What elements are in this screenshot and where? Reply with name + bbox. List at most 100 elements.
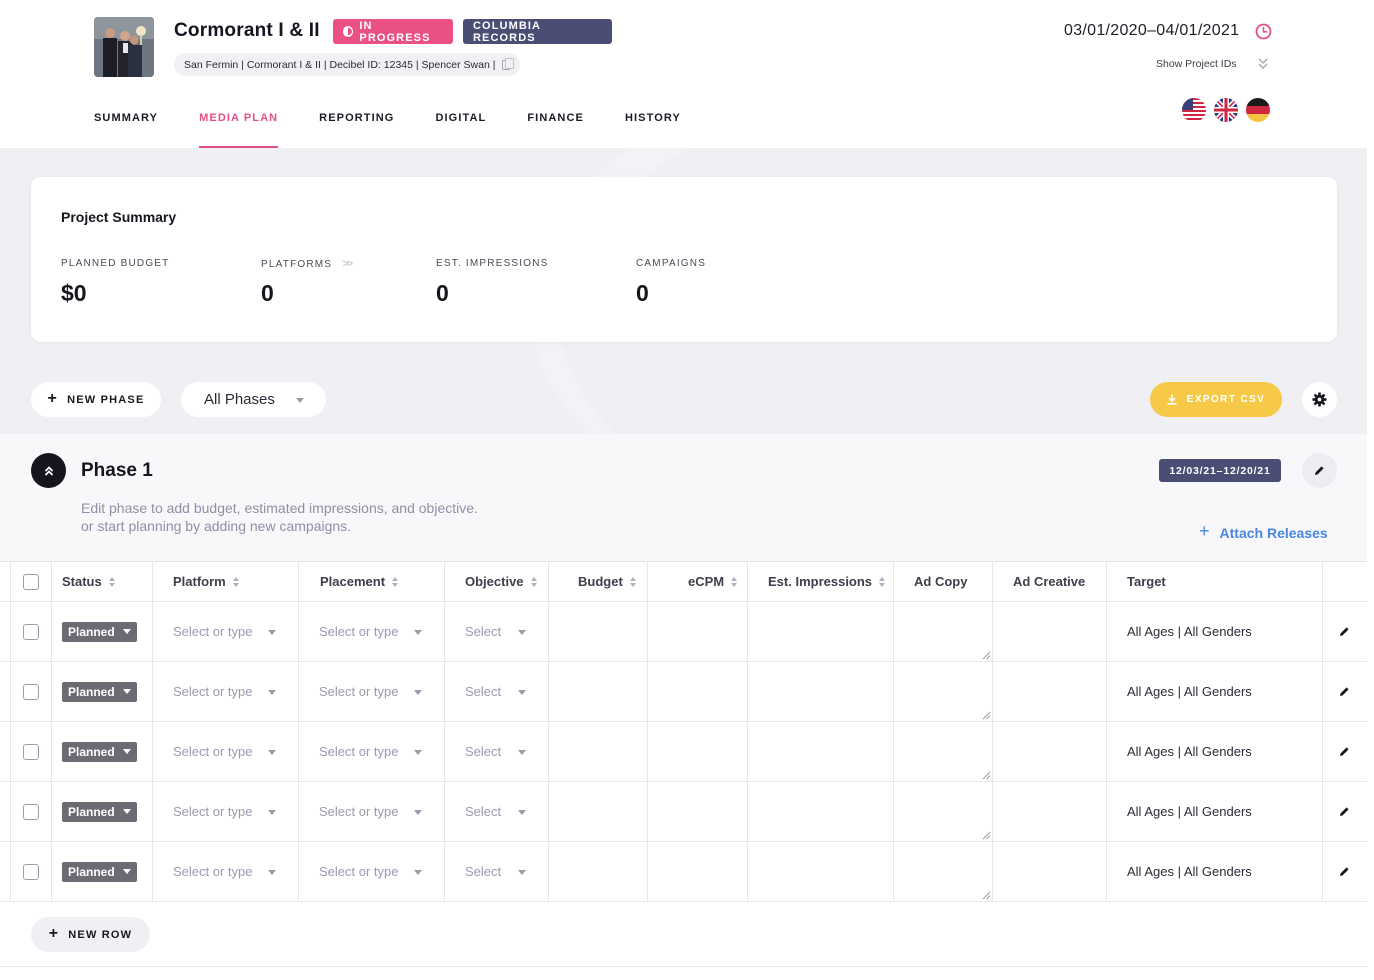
tab-reporting[interactable]: REPORTING <box>319 111 394 148</box>
objective-select[interactable]: Select <box>465 842 501 901</box>
budget-input[interactable] <box>549 722 647 781</box>
objective-select[interactable]: Select <box>465 602 501 661</box>
stat-platforms-label[interactable]: PLATFORMS >> <box>261 258 353 270</box>
tab-digital[interactable]: DIGITAL <box>435 111 486 148</box>
resize-handle-icon[interactable] <box>982 651 991 660</box>
pencil-icon[interactable] <box>1339 806 1350 817</box>
clock-icon[interactable] <box>1255 23 1272 40</box>
pencil-icon[interactable] <box>1339 626 1350 637</box>
new-phase-button[interactable]: + NEW PHASE <box>31 382 161 417</box>
est-impressions-input[interactable] <box>748 842 893 901</box>
platform-select[interactable]: Select or type <box>173 662 253 721</box>
ecpm-input[interactable] <box>648 602 747 661</box>
ecpm-input[interactable] <box>648 782 747 841</box>
column-header-budget[interactable]: Budget <box>578 562 636 601</box>
ad-creative-cell[interactable] <box>993 602 1106 661</box>
new-row-button[interactable]: + NEW ROW <box>31 917 150 952</box>
pencil-icon[interactable] <box>1339 686 1350 697</box>
ad-copy-textarea[interactable] <box>894 722 992 781</box>
tab-history[interactable]: HISTORY <box>625 111 681 148</box>
column-header-status[interactable]: Status <box>62 562 115 601</box>
budget-input[interactable] <box>549 842 647 901</box>
ad-copy-textarea[interactable] <box>894 782 992 841</box>
ecpm-input[interactable] <box>648 842 747 901</box>
double-chevron-down-icon[interactable] <box>1257 57 1269 71</box>
row-checkbox[interactable] <box>23 863 39 880</box>
ad-copy-textarea[interactable] <box>894 662 992 721</box>
attach-releases-link[interactable]: + Attach Releases <box>1199 521 1328 542</box>
status-dropdown[interactable]: Planned <box>62 681 137 702</box>
copy-icon[interactable] <box>502 57 515 70</box>
placement-select[interactable]: Select or type <box>319 842 399 901</box>
status-dropdown[interactable]: Planned <box>62 861 137 882</box>
platform-select[interactable]: Select or type <box>173 842 253 901</box>
ad-copy-textarea[interactable] <box>894 842 992 901</box>
ad-creative-cell[interactable] <box>993 842 1106 901</box>
sort-icon[interactable] <box>108 576 115 587</box>
sort-icon[interactable] <box>879 576 886 587</box>
status-dropdown[interactable]: Planned <box>62 621 137 642</box>
status-dropdown[interactable]: Planned <box>62 741 137 762</box>
budget-input[interactable] <box>549 602 647 661</box>
chevron-right-icon[interactable]: >> <box>342 258 353 270</box>
budget-input[interactable] <box>549 662 647 721</box>
est-impressions-input[interactable] <box>748 602 893 661</box>
placement-select[interactable]: Select or type <box>319 722 399 781</box>
placement-select[interactable]: Select or type <box>319 602 399 661</box>
platform-select[interactable]: Select or type <box>173 782 253 841</box>
row-checkbox[interactable] <box>23 623 39 640</box>
us-flag-icon[interactable] <box>1182 98 1206 122</box>
show-project-ids-link[interactable]: Show Project IDs <box>1156 58 1237 70</box>
column-header-ecpm[interactable]: eCPM <box>688 562 738 601</box>
pencil-icon[interactable] <box>1339 866 1350 877</box>
placement-select[interactable]: Select or type <box>319 662 399 721</box>
tab-summary[interactable]: SUMMARY <box>94 111 158 148</box>
tab-media-plan[interactable]: MEDIA PLAN <box>199 111 279 148</box>
sort-icon[interactable] <box>731 576 738 587</box>
est-impressions-input[interactable] <box>748 782 893 841</box>
sort-icon[interactable] <box>392 576 399 587</box>
uk-flag-icon[interactable] <box>1214 98 1238 122</box>
collapse-phase-button[interactable] <box>31 453 66 488</box>
export-csv-button[interactable]: EXPORT CSV <box>1150 382 1282 417</box>
column-header-placement[interactable]: Placement <box>320 562 399 601</box>
sort-icon[interactable] <box>629 576 636 587</box>
ecpm-input[interactable] <box>648 662 747 721</box>
column-header-objective[interactable]: Objective <box>465 562 537 601</box>
germany-flag-icon[interactable] <box>1246 98 1270 122</box>
resize-handle-icon[interactable] <box>982 711 991 720</box>
resize-handle-icon[interactable] <box>982 771 991 780</box>
objective-select[interactable]: Select <box>465 662 501 721</box>
ecpm-input[interactable] <box>648 722 747 781</box>
platform-select[interactable]: Select or type <box>173 722 253 781</box>
row-checkbox[interactable] <box>23 743 39 760</box>
phase-filter-select[interactable]: All Phases <box>181 382 326 417</box>
placement-select[interactable]: Select or type <box>319 782 399 841</box>
status-dropdown[interactable]: Planned <box>62 801 137 822</box>
ad-copy-textarea[interactable] <box>894 602 992 661</box>
objective-select[interactable]: Select <box>465 722 501 781</box>
pencil-icon[interactable] <box>1339 746 1350 757</box>
column-header-est-impressions[interactable]: Est. Impressions <box>768 562 886 601</box>
ad-creative-cell[interactable] <box>993 782 1106 841</box>
ad-creative-cell[interactable] <box>993 722 1106 781</box>
est-impressions-input[interactable] <box>748 722 893 781</box>
est-impressions-input[interactable] <box>748 662 893 721</box>
budget-input[interactable] <box>549 782 647 841</box>
column-header-platform[interactable]: Platform <box>173 562 239 601</box>
objective-select[interactable]: Select <box>465 782 501 841</box>
row-checkbox[interactable] <box>23 803 39 820</box>
resize-handle-icon[interactable] <box>982 891 991 900</box>
settings-button[interactable] <box>1302 382 1337 417</box>
sort-icon[interactable] <box>530 576 537 587</box>
row-checkbox[interactable] <box>23 683 39 700</box>
target-cell: All Ages | All Genders <box>1127 662 1252 721</box>
ad-creative-cell[interactable] <box>993 662 1106 721</box>
select-all-checkbox[interactable] <box>23 573 39 590</box>
edit-phase-button[interactable] <box>1302 453 1337 488</box>
platform-select[interactable]: Select or type <box>173 602 253 661</box>
sort-icon[interactable] <box>232 576 239 587</box>
tab-finance[interactable]: FINANCE <box>527 111 584 148</box>
target-value: All Ages | All Genders <box>1127 744 1252 759</box>
resize-handle-icon[interactable] <box>982 831 991 840</box>
